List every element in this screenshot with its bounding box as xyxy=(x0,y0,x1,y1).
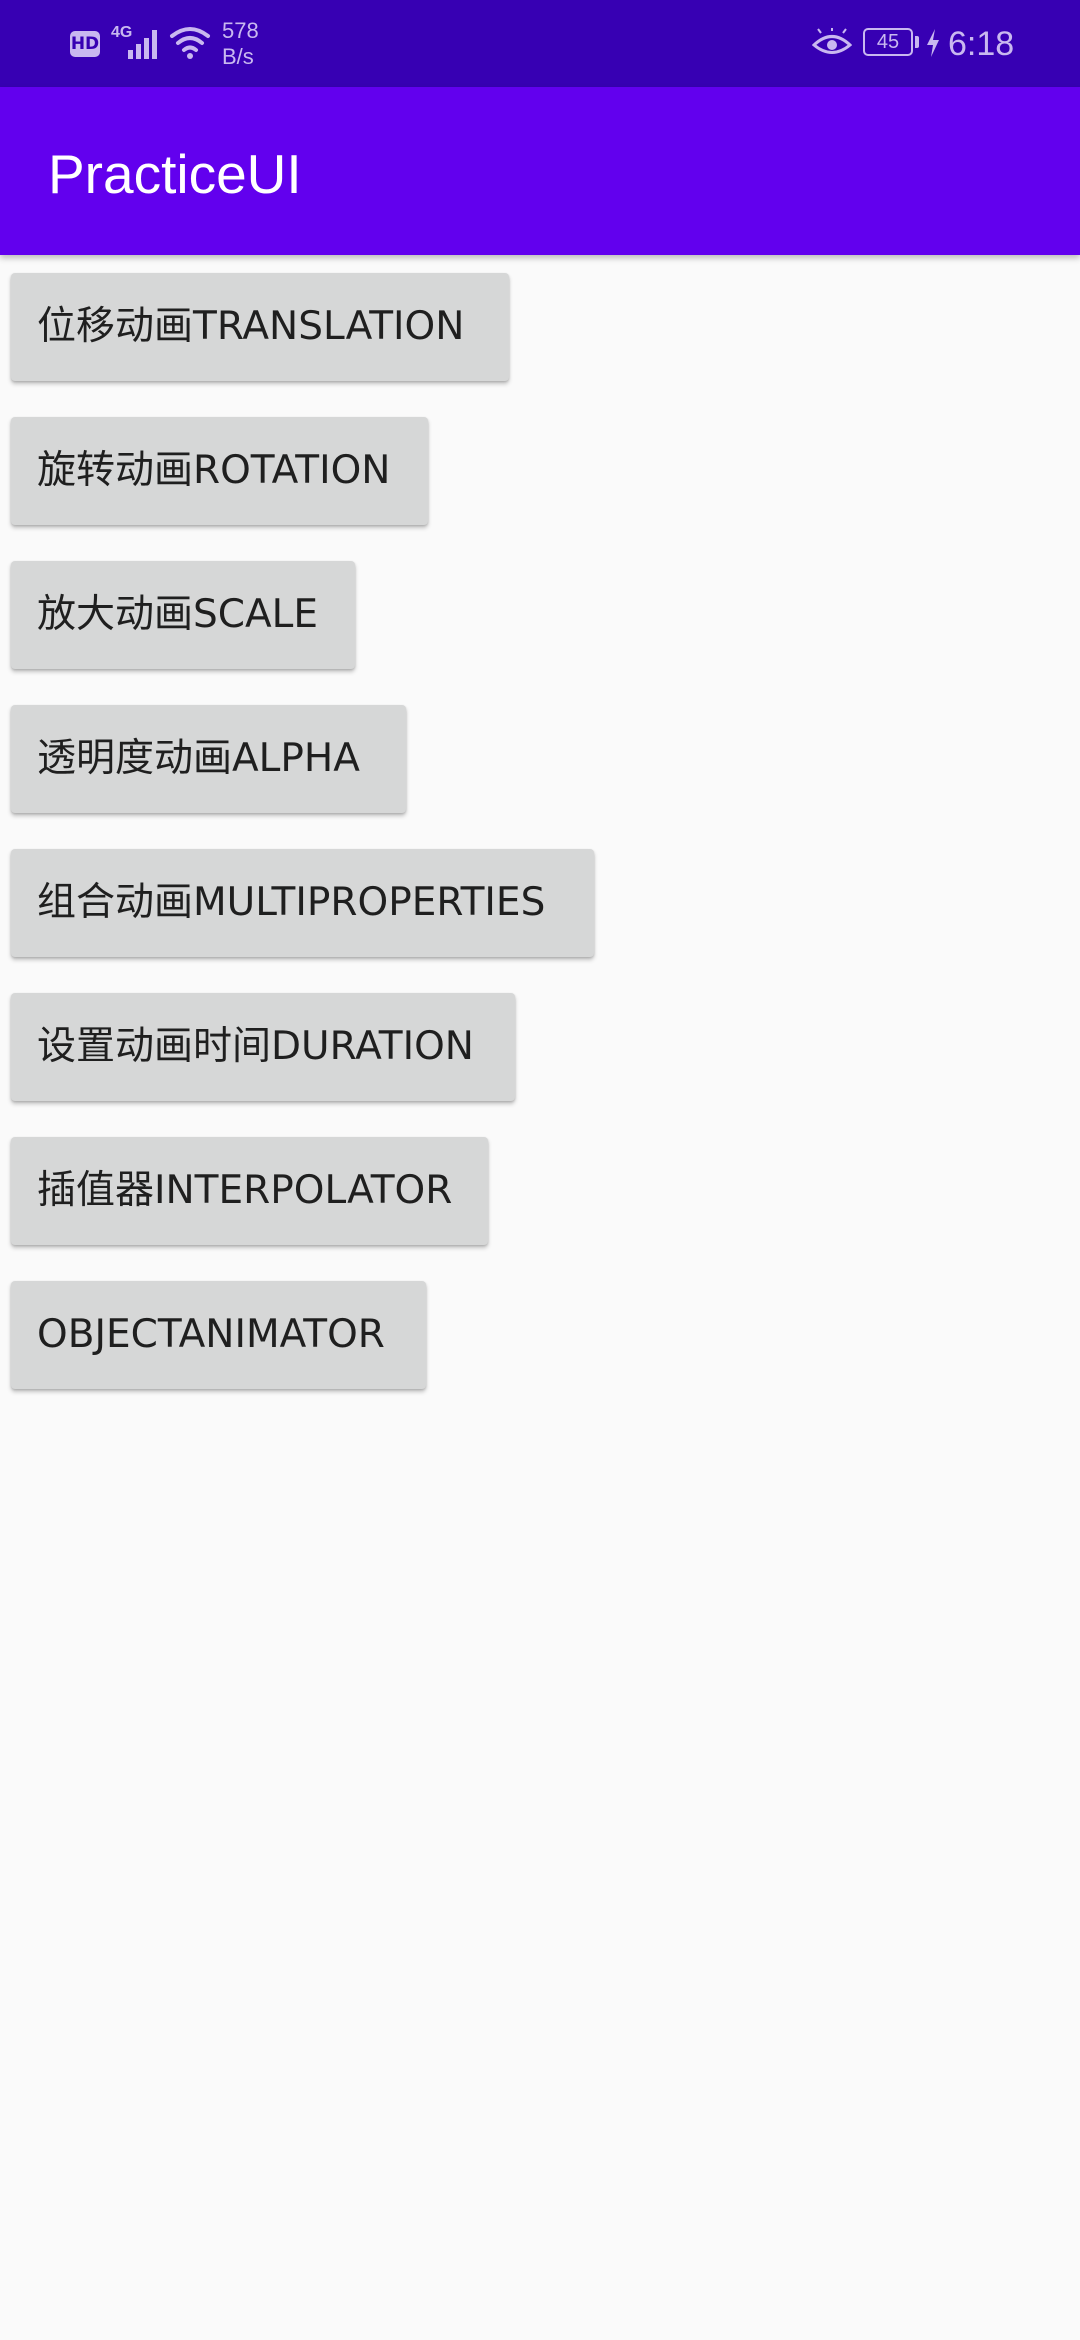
battery-nub xyxy=(915,36,919,48)
network-speed: 578 B/s xyxy=(222,18,259,70)
wifi-icon xyxy=(170,27,210,59)
multiproperties-button[interactable]: 组合动画MULTIPROPERTIES xyxy=(11,849,594,957)
status-bar: HD 4G 578 B/s 45 6:18 xyxy=(0,0,1080,87)
interpolator-button[interactable]: 插值器INTERPOLATOR xyxy=(11,1137,488,1245)
rotation-button[interactable]: 旋转动画ROTATION xyxy=(11,417,428,525)
objectanimator-button[interactable]: OBJECTANIMATOR xyxy=(11,1281,426,1389)
translation-button[interactable]: 位移动画TRANSLATION xyxy=(11,273,509,381)
app-title: PracticeUI xyxy=(48,143,302,205)
signal-icon xyxy=(128,30,157,59)
duration-button[interactable]: 设置动画时间DURATION xyxy=(11,993,515,1101)
alpha-button[interactable]: 透明度动画ALPHA xyxy=(11,705,406,813)
button-list: 位移动画TRANSLATION 旋转动画ROTATION 放大动画SCALE 透… xyxy=(11,273,594,1425)
network-speed-unit: B/s xyxy=(222,44,254,69)
app-bar: PracticeUI xyxy=(0,87,1080,255)
hd-badge: HD xyxy=(70,31,100,57)
battery-level: 45 xyxy=(876,31,900,53)
network-speed-value: 578 xyxy=(222,18,259,43)
charging-icon xyxy=(927,29,939,57)
battery-icon: 45 xyxy=(863,28,913,56)
eye-icon xyxy=(812,28,852,54)
scale-button[interactable]: 放大动画SCALE xyxy=(11,561,355,669)
status-time: 6:18 xyxy=(948,25,1015,63)
